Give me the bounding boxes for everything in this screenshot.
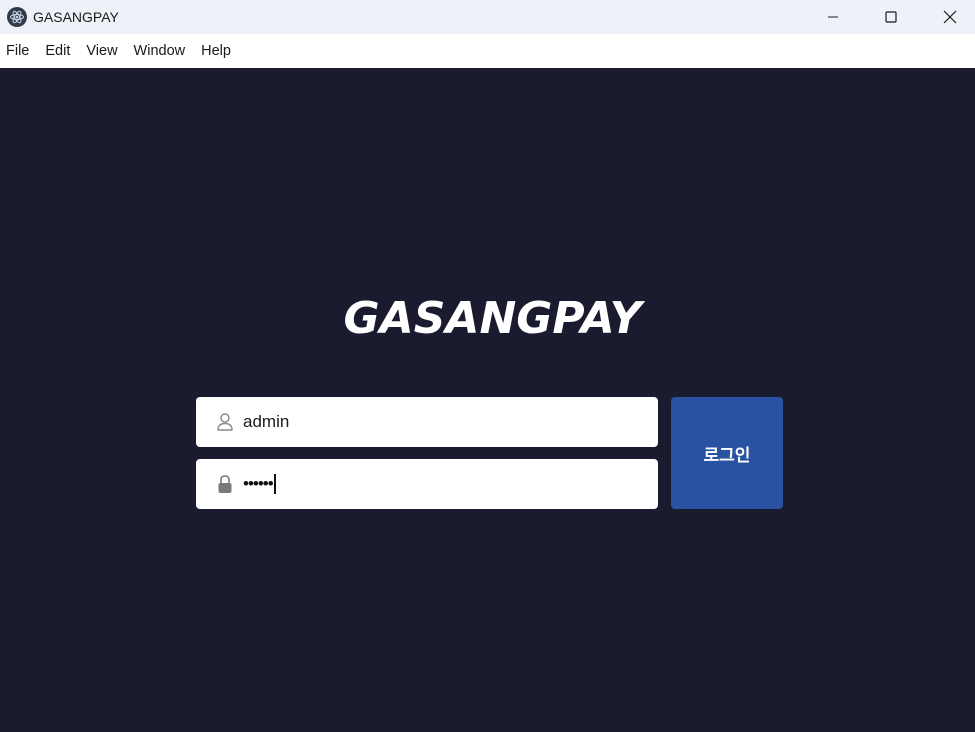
login-button[interactable]: 로그인 <box>671 397 783 509</box>
minimize-button[interactable] <box>804 0 862 34</box>
lock-icon <box>218 475 232 493</box>
menu-help[interactable]: Help <box>201 34 231 68</box>
password-masked-value: •••••• <box>243 474 274 493</box>
menu-view[interactable]: View <box>86 34 117 68</box>
window-title: GASANGPAY <box>33 9 119 25</box>
close-button[interactable] <box>921 0 975 34</box>
password-field[interactable]: •••••• <box>196 459 658 509</box>
close-icon <box>943 10 957 24</box>
minimize-icon <box>828 16 838 18</box>
text-caret <box>273 474 276 494</box>
menu-window[interactable]: Window <box>134 34 186 68</box>
password-input[interactable]: •••••• <box>243 473 276 495</box>
username-input[interactable] <box>243 397 643 447</box>
maximize-icon <box>885 11 897 23</box>
brand-title: GASANGPAY <box>343 293 642 344</box>
menu-edit[interactable]: Edit <box>45 34 70 68</box>
user-icon <box>217 413 233 431</box>
title-bar[interactable]: GASANGPAY <box>0 0 975 34</box>
electron-atom-icon <box>7 7 27 27</box>
username-field[interactable] <box>196 397 658 447</box>
menu-bar: File Edit View Window Help <box>0 34 975 68</box>
maximize-button[interactable] <box>862 0 920 34</box>
menu-file[interactable]: File <box>6 34 29 68</box>
